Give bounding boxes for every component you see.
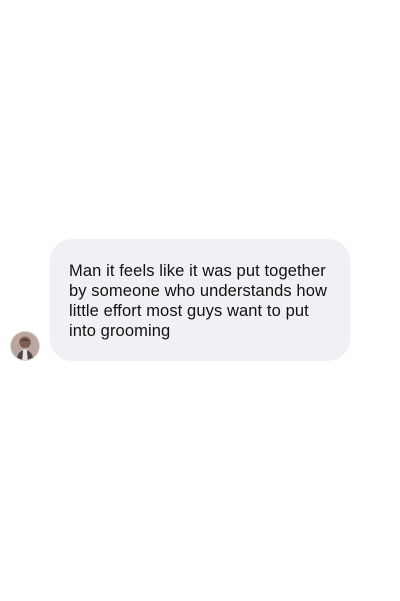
message-bubble[interactable]: Man it feels like it was put together by… [50, 239, 350, 361]
avatar[interactable] [10, 331, 40, 361]
message-thread: Man it feels like it was put together by… [0, 0, 400, 601]
profile-photo-icon [11, 332, 39, 360]
message-text: Man it feels like it was put together by… [69, 262, 327, 340]
